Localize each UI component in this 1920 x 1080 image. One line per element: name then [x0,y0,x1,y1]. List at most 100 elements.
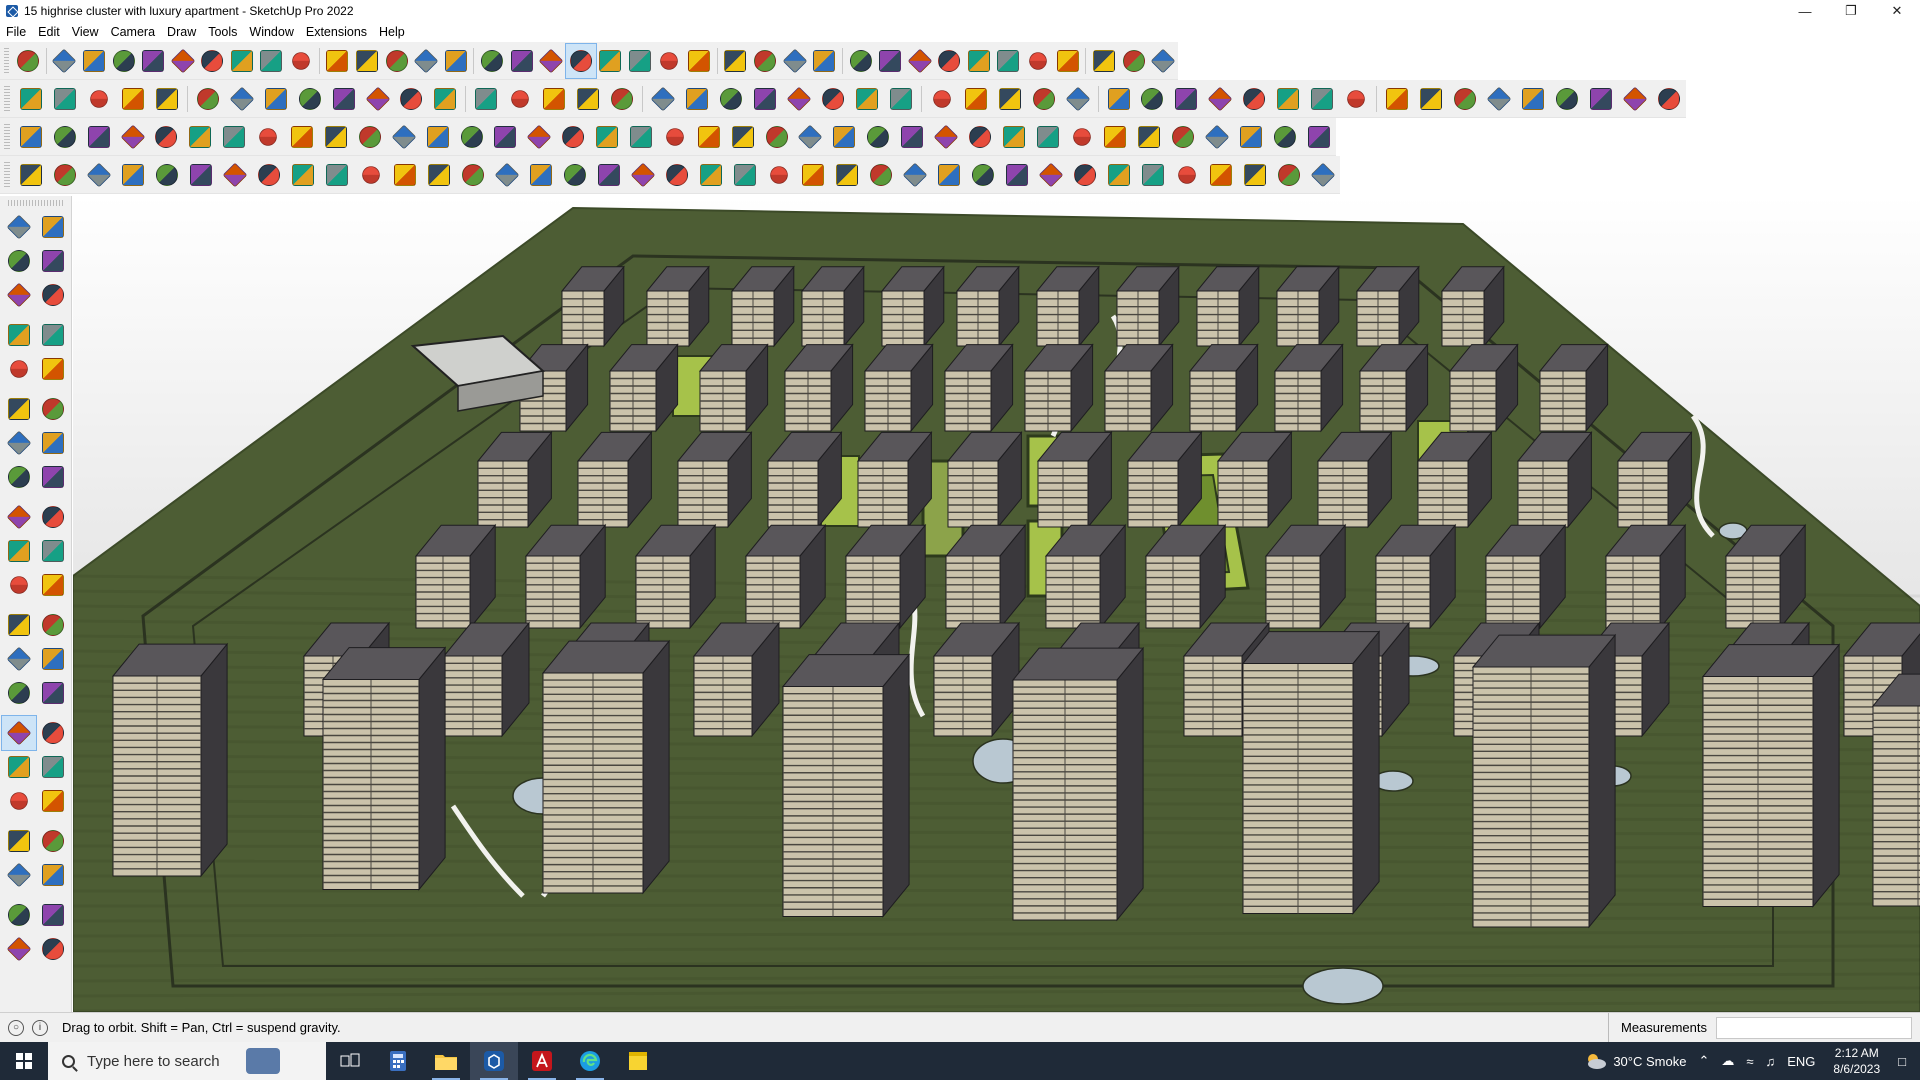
drape-tool-button[interactable] [994,44,1024,78]
extension-tool-b35-button[interactable] [1170,158,1204,192]
tape-tool-button[interactable] [36,278,70,312]
start-button[interactable] [0,1042,48,1080]
pie-tool-button[interactable] [2,460,36,494]
select-tool-button[interactable] [50,44,80,78]
extension-tool-13-button[interactable] [421,120,455,154]
extension-tool-b9-button[interactable] [286,158,320,192]
style-tool-3-button[interactable] [82,82,116,116]
network-wifi-icon[interactable]: ≈ [1746,1054,1753,1069]
extension-tool-28-button[interactable] [929,120,963,154]
style-tool-16-button[interactable] [537,82,571,116]
eraser-tool-button[interactable] [36,244,70,278]
extension-tool-24-button[interactable] [793,120,827,154]
extension-tool-b27-button[interactable] [898,158,932,192]
tape-measure-tool-button[interactable] [477,44,507,78]
menu-help[interactable]: Help [373,22,411,42]
extension-tool-33-button[interactable] [1098,120,1132,154]
extension-tool-8-button[interactable] [251,120,285,154]
extension-tool-23-button[interactable] [760,120,794,154]
style-tool-10-button[interactable] [327,82,361,116]
dimension-tool-button[interactable] [36,608,70,642]
style-tool-20-button[interactable] [680,82,714,116]
extension-tool-b31-button[interactable] [1034,158,1068,192]
extension-tool-b2-button[interactable] [48,158,82,192]
text-tool-button[interactable] [507,44,537,78]
extension-tool-6-button[interactable] [183,120,217,154]
undo-tool-button[interactable] [1089,44,1119,78]
style-tool-9-button[interactable] [293,82,327,116]
style-tool-37-button[interactable] [1271,82,1305,116]
extension-manager-tool-button[interactable] [36,932,70,966]
orbit-small-tool-button[interactable] [36,210,70,244]
extension-tool-b21-button[interactable] [694,158,728,192]
style-tool-7-button[interactable] [225,82,259,116]
style-tool-46-button[interactable] [1584,82,1618,116]
toolbar-grip[interactable] [4,85,10,112]
arc-tool-button[interactable] [197,44,227,78]
extension-tool-b13-button[interactable] [422,158,456,192]
extension-tool-b8-button[interactable] [252,158,286,192]
chevron-up-icon[interactable]: ⌃ [1698,1053,1709,1069]
extension-tool-b37-button[interactable] [1238,158,1272,192]
style-tool-47-button[interactable] [1618,82,1652,116]
geo-location-icon[interactable]: ○ [8,1019,24,1036]
push-pull-tool-button[interactable] [36,500,70,534]
style-tool-26-button[interactable] [884,82,918,116]
style-tool-1-button[interactable] [14,82,48,116]
zoom-extents-tool-button[interactable] [2,784,36,818]
walk-tool-button[interactable] [2,858,36,892]
extension-tool-38-button[interactable] [1268,120,1302,154]
extension-tool-18-button[interactable] [590,120,624,154]
extension-manager-tool-button[interactable] [780,44,810,78]
search-tool-button[interactable] [13,44,43,78]
style-tool-32-button[interactable] [1102,82,1136,116]
toolbar-grip[interactable] [4,161,10,188]
weather-text[interactable]: 30°C Smoke [1613,1054,1686,1069]
language-indicator[interactable]: ENG [1787,1054,1815,1069]
style-tool-35-button[interactable] [1203,82,1237,116]
protractor-tool-button[interactable] [2,642,36,676]
onedrive-icon[interactable]: ☁ [1721,1053,1734,1069]
follow-me-tool-button[interactable] [36,534,70,568]
extension-tool-11-button[interactable] [353,120,387,154]
style-tool-4-button[interactable] [116,82,150,116]
extension-tool-4-button[interactable] [116,120,150,154]
extension-tool-17-button[interactable] [556,120,590,154]
menu-draw[interactable]: Draw [161,22,202,42]
extension-tool-b19-button[interactable] [626,158,660,192]
menu-extensions[interactable]: Extensions [300,22,373,42]
toolbar-grip[interactable] [8,200,63,206]
scale-tool-button[interactable] [441,44,471,78]
extension-tool-37-button[interactable] [1234,120,1268,154]
extension-tool-14-button[interactable] [455,120,489,154]
style-tool-45-button[interactable] [1550,82,1584,116]
line-tool-button[interactable] [2,318,36,352]
sandbox-from-contours-tool-button[interactable] [875,44,905,78]
extension-tool-b29-button[interactable] [966,158,1000,192]
rectangle-tool-button[interactable] [2,352,36,386]
extension-tool-29-button[interactable] [963,120,997,154]
style-tool-43-button[interactable] [1482,82,1516,116]
extension-tool-b39-button[interactable] [1306,158,1340,192]
push-pull-tool-button[interactable] [323,44,353,78]
extension-tool-3-button[interactable] [82,120,116,154]
zoom-window-tool-button[interactable] [36,750,70,784]
style-tool-14-button[interactable] [469,82,503,116]
paint-bucket-tool-button[interactable] [2,244,36,278]
model-viewport[interactable] [73,196,1920,1012]
shape-dropdown-button[interactable] [286,44,316,78]
position-camera-tool-button[interactable] [2,824,36,858]
style-tool-36-button[interactable] [1237,82,1271,116]
extension-tool-b28-button[interactable] [932,158,966,192]
3d-text-tool-button[interactable] [36,676,70,710]
menu-view[interactable]: View [66,22,105,42]
style-tool-2-button[interactable] [48,82,82,116]
extension-tool-b26-button[interactable] [864,158,898,192]
sketchup-app-icon[interactable] [470,1042,518,1080]
extension-tool-b33-button[interactable] [1102,158,1136,192]
zoom-tool-button[interactable] [2,750,36,784]
extension-tool-b30-button[interactable] [1000,158,1034,192]
menu-camera[interactable]: Camera [105,22,161,42]
zoom-extents-tool-button[interactable] [655,44,685,78]
freehand-tool-button[interactable] [36,318,70,352]
